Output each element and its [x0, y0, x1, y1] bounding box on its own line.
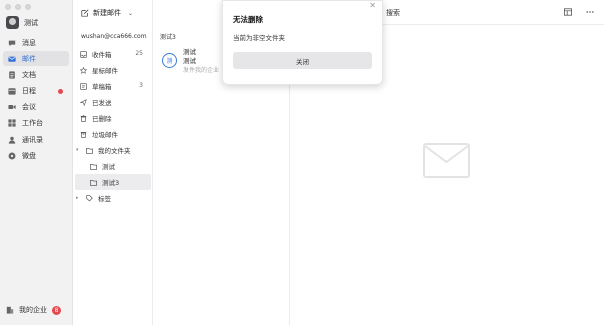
avatar — [6, 16, 19, 29]
folder-spam[interactable]: 垃圾邮件 — [75, 126, 151, 142]
profile-name: 测试 — [24, 18, 38, 27]
account-email: wushan@cca666.com — [81, 33, 147, 40]
grid-icon — [8, 119, 16, 128]
nav-item-label: 邮件 — [22, 54, 36, 63]
empty-mail-icon — [423, 143, 470, 178]
compose-icon — [81, 9, 89, 17]
folder-sent[interactable]: 已发送 — [75, 94, 151, 110]
folder-deleted[interactable]: 已删除 — [75, 110, 151, 126]
tag-icon — [86, 194, 93, 202]
calendar-icon — [8, 87, 16, 95]
new-mail-button[interactable]: 新建邮件 ⌄ — [81, 8, 133, 18]
folder-sub-2[interactable]: 测试3 — [75, 174, 151, 190]
nav-item-label: 通讯录 — [22, 135, 43, 144]
sender-avatar: 测 — [162, 53, 177, 68]
chat-icon — [8, 39, 16, 47]
message-preview: 发件我的企业 — [183, 67, 220, 74]
profile[interactable]: 测试 — [6, 16, 38, 29]
folder-label: 标签 — [98, 195, 111, 203]
star-icon — [80, 66, 87, 74]
toolbar-right — [564, 8, 594, 16]
folder-tags[interactable]: ▸ 标签 — [75, 190, 151, 206]
chevron-down-icon[interactable]: ⌄ — [128, 10, 133, 17]
notification-dot — [58, 88, 63, 94]
nav-item-mail[interactable]: 邮件 — [3, 51, 69, 67]
folder-pane: 新建邮件 ⌄ wushan@cca666.com 收件箱 25 星标邮件 草稿箱… — [73, 0, 153, 325]
folder-label: 我的文件夹 — [98, 147, 131, 155]
folder-label: 星标邮件 — [92, 67, 118, 75]
more-icon[interactable] — [586, 8, 594, 16]
nav-item-messages[interactable]: 消息 — [3, 35, 69, 50]
mail-icon — [8, 55, 16, 63]
nav-item-docs[interactable]: 文档 — [3, 67, 69, 82]
nav-item-disk[interactable]: 微盘 — [3, 148, 69, 163]
nav-item-label: 工作台 — [22, 119, 43, 128]
folder-label: 收件箱 — [92, 51, 112, 59]
maximize-window-button[interactable] — [25, 4, 31, 10]
nav-item-meeting[interactable]: 会议 — [3, 100, 69, 115]
nav-item-label: 会议 — [22, 103, 36, 112]
nav-item-workbench[interactable]: 工作台 — [3, 116, 69, 131]
folder-label: 草稿箱 — [92, 83, 112, 91]
mail-app: 测试 消息 邮件 文档 日程 会议 工作台 通讯录 微盘 我的企业 8 搜索 新… — [0, 0, 604, 325]
caret-right-icon[interactable]: ▸ — [76, 195, 81, 201]
folder-my-folders[interactable]: ▾ 我的文件夹 — [75, 142, 151, 158]
trash-icon — [80, 114, 87, 122]
folder-starred[interactable]: 星标邮件 — [75, 62, 151, 78]
folder-sub-1[interactable]: 测试 — [75, 158, 151, 174]
window-controls — [5, 4, 31, 10]
nav-item-label: 微盘 — [22, 151, 36, 160]
close-button[interactable]: 关闭 — [233, 52, 372, 69]
nav-item-contacts[interactable]: 通讯录 — [3, 132, 69, 147]
search-input[interactable]: 搜索 — [386, 8, 400, 18]
spam-icon — [80, 131, 87, 138]
dialog-message: 当前为非空文件夹 — [233, 34, 285, 42]
inbox-icon — [80, 50, 87, 58]
company-badge: 8 — [52, 305, 61, 315]
message-from: 测试 — [183, 48, 196, 56]
doc-icon — [8, 71, 16, 79]
nav-list: 消息 邮件 文档 日程 会议 工作台 通讯录 微盘 — [3, 35, 69, 165]
close-icon[interactable]: ✕ — [369, 2, 376, 10]
folder-inbox[interactable]: 收件箱 25 — [75, 46, 151, 62]
folder-label: 测试3 — [102, 179, 120, 187]
folder-icon — [90, 163, 97, 170]
inbox-count: 25 — [135, 50, 143, 57]
new-mail-label: 新建邮件 — [93, 9, 121, 17]
draft-icon — [80, 82, 87, 90]
caret-down-icon[interactable]: ▾ — [76, 147, 81, 153]
close-window-button[interactable] — [5, 4, 11, 10]
layout-icon[interactable] — [564, 8, 572, 16]
alert-dialog: ✕ 无法删除 当前为非空文件夹 关闭 — [222, 0, 383, 85]
nav-item-label: 文档 — [22, 70, 36, 79]
folder-label: 垃圾邮件 — [92, 131, 118, 139]
folder-icon — [90, 179, 97, 186]
company-label: 我的企业 — [19, 306, 47, 314]
folder-label: 已发送 — [92, 99, 112, 107]
folder-list: 收件箱 25 星标邮件 草稿箱 3 已发送 已删除 垃圾邮件 ▾ 我的文件夹 测… — [75, 46, 151, 206]
disk-icon — [8, 152, 16, 160]
message-summary: 测试 测试 发件我的企业 — [183, 48, 219, 84]
minimize-window-button[interactable] — [15, 4, 21, 10]
video-icon — [8, 103, 16, 111]
nav-item-label: 日程 — [22, 87, 36, 96]
contacts-icon — [8, 136, 16, 144]
folder-icon — [86, 147, 93, 154]
my-company[interactable]: 我的企业 8 — [6, 305, 61, 315]
left-nav: 测试 消息 邮件 文档 日程 会议 工作台 通讯录 微盘 我的企业 8 — [0, 0, 73, 325]
folder-drafts[interactable]: 草稿箱 3 — [75, 78, 151, 94]
folder-label: 测试 — [102, 163, 115, 171]
send-icon — [80, 98, 87, 106]
message-subject: 测试 — [183, 57, 196, 65]
folder-label: 已删除 — [92, 115, 112, 123]
building-icon — [6, 306, 14, 314]
nav-item-calendar[interactable]: 日程 — [3, 84, 69, 99]
current-folder-title: 测试3 — [160, 34, 176, 41]
nav-item-label: 消息 — [22, 38, 36, 47]
dialog-title: 无法删除 — [233, 15, 263, 24]
drafts-count: 3 — [139, 82, 143, 89]
